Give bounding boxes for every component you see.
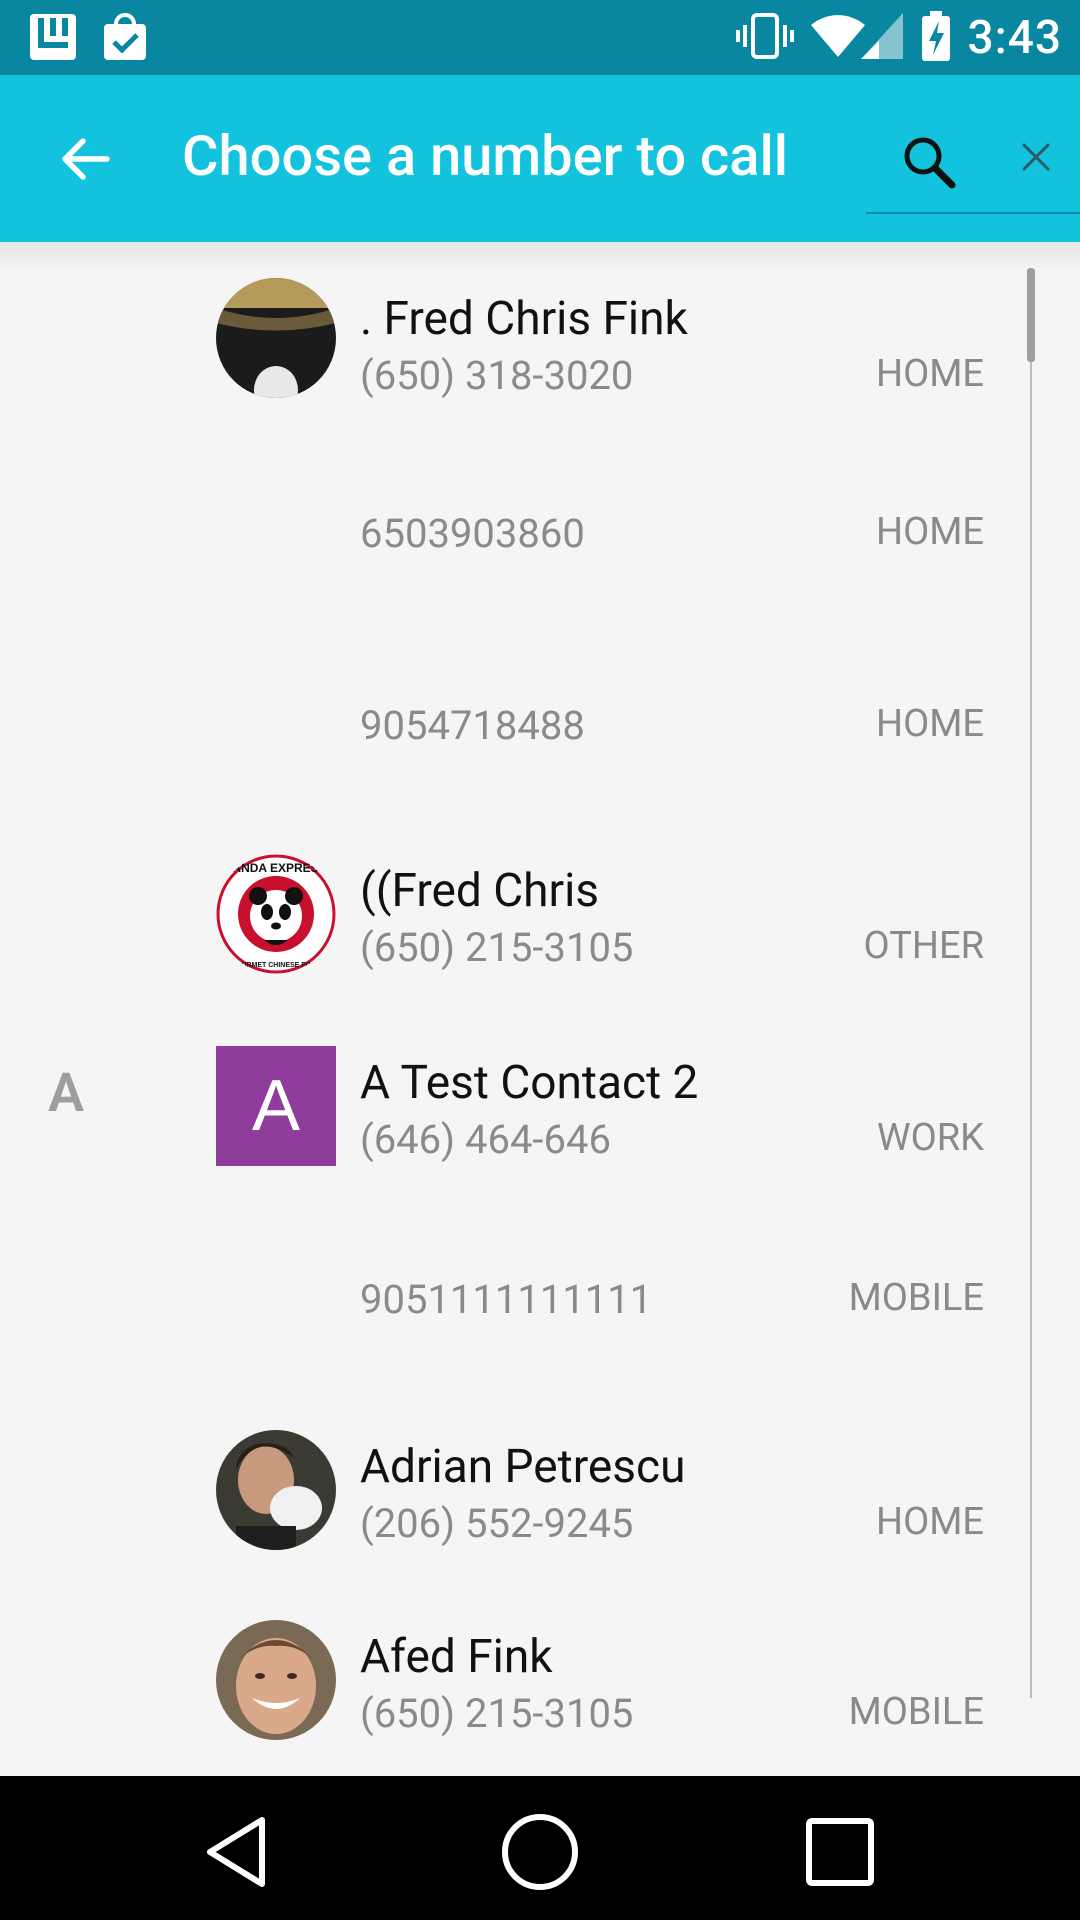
section-header-letter: A [48,1062,85,1125]
vibrate-icon [735,11,795,65]
letter-avatar: A [216,1046,336,1166]
cell-signal-icon [859,11,905,65]
search-field[interactable] [866,75,1080,214]
phone-number: 9054718488 [360,702,585,749]
phone-number: (650) 318-3020 [360,352,634,399]
shopping-bag-check-icon [100,12,150,66]
list-item[interactable]: 6503903860 HOME [0,402,1040,562]
arrow-back-icon [62,138,110,180]
close-icon [1022,143,1050,171]
phone-type: MOBILE [848,1690,984,1734]
phone-type: OTHER [863,924,984,968]
contact-photo [216,1430,336,1550]
phone-type: HOME [875,702,984,746]
list-item[interactable]: A A A Test Contact 2 (646) 464-646 WORK [0,1042,1040,1202]
back-button[interactable] [40,119,130,199]
list-item[interactable]: Afed Fink (650) 215-3105 MOBILE [0,1612,1040,1776]
phone-type: HOME [875,352,984,396]
phone-type: WORK [876,1116,984,1160]
contact-name: A Test Contact 2 [360,1056,699,1110]
navigation-bar [0,1776,1080,1920]
phone-type: MOBILE [848,1276,984,1320]
list-item[interactable]: . Fred Chris Fink (650) 318-3020 HOME [0,242,1040,402]
list-item[interactable]: Adrian Petrescu (206) 552-9245 HOME [0,1422,1040,1602]
nav-recents-button[interactable] [792,1804,888,1900]
page-title: Choose a number to call [182,123,789,189]
logo-text: PANDA EXPRESS [225,861,326,875]
contact-name: Afed Fink [360,1630,553,1684]
list-item[interactable]: 9054718488 HOME [0,562,1040,752]
search-button[interactable] [894,127,964,197]
phone-number: (646) 464-646 [360,1116,611,1163]
list-item[interactable]: 9051111111111 MOBILE [0,1202,1040,1362]
nav-back-icon [207,1817,265,1887]
launcher-app-icon [28,12,78,66]
phone-number: 9051111111111 [360,1276,653,1323]
phone-number: (650) 215-3105 [360,924,634,971]
logo-subtext: GOURMET CHINESE FOOD [230,962,321,969]
nav-home-button[interactable] [492,1804,588,1900]
contact-name: Adrian Petrescu [360,1440,686,1494]
contact-photo [216,1620,336,1740]
phone-type: HOME [875,510,984,554]
search-icon [904,137,956,189]
scrollbar-thumb[interactable] [1027,268,1035,362]
nav-home-icon [502,1814,578,1890]
contact-name: ((Fred Chris [360,864,600,918]
contact-name: . Fred Chris Fink [360,292,688,346]
phone-number: 6503903860 [360,510,585,557]
phone-number: (206) 552-9245 [360,1500,634,1547]
contact-list[interactable]: . Fred Chris Fink (650) 318-3020 HOME 65… [0,242,1080,1776]
status-time: 3:43 [967,11,1062,65]
phone-number: (650) 215-3105 [360,1690,634,1737]
scrollbar-track[interactable] [1030,268,1032,1698]
panda-express-logo-icon: PANDA EXPRESS GOURMET CHINESE FOOD [216,854,336,974]
status-bar: 3:43 [0,0,1080,75]
nav-back-button[interactable] [190,1804,286,1900]
close-button[interactable] [1006,127,1066,187]
app-bar: Choose a number to call [0,75,1080,242]
phone-type: HOME [875,1500,984,1544]
list-item[interactable]: PANDA EXPRESS GOURMET CHINESE FOOD ((Fre… [0,842,1040,1012]
nav-recents-icon [806,1818,874,1886]
battery-charging-icon [919,9,953,67]
contact-photo [216,278,336,398]
